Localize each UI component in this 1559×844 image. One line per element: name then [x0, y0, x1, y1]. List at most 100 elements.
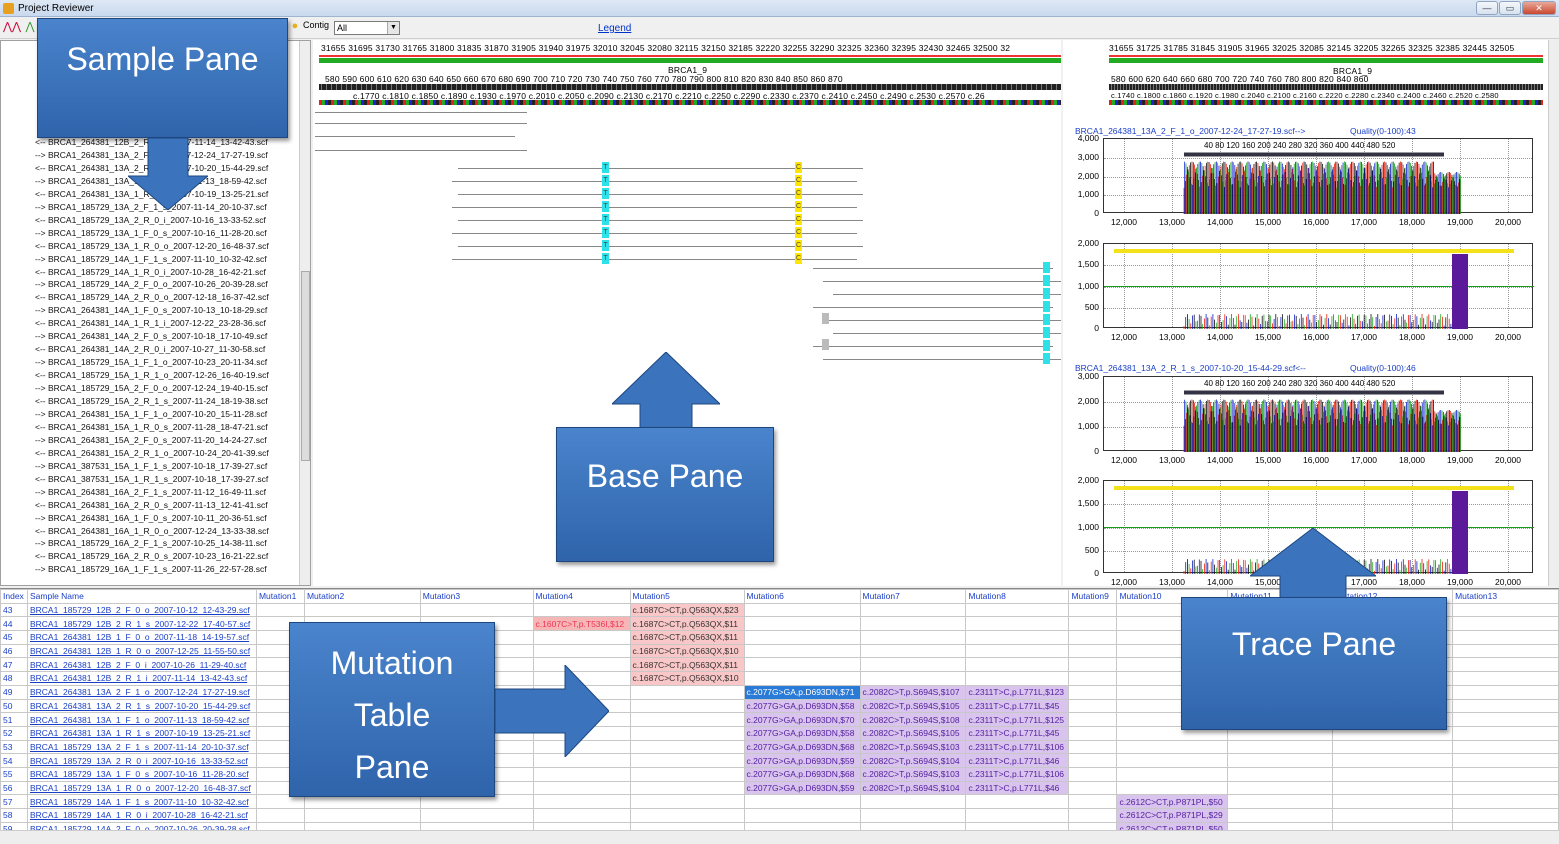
sample-list-item[interactable]: <-- BRCA1_185729_15A_2_R_1_s_2007-11-24_…	[35, 395, 268, 408]
sample-list-item[interactable]: <-- BRCA1_264381_15A_1_R_0_s_2007-11-28_…	[35, 421, 268, 434]
table-row[interactable]: 58 BRCA1_185729_14A_1_R_0_i_2007-10-28_16…	[0, 808, 1559, 823]
table-cell[interactable]	[965, 794, 1070, 809]
table-cell[interactable]	[532, 794, 631, 809]
table-cell[interactable]	[859, 616, 967, 632]
table-cell[interactable]: c.2082C>T,p.S694S,$105	[859, 698, 967, 714]
table-cell[interactable]	[1068, 753, 1118, 768]
variant-mark[interactable]: T	[602, 162, 609, 173]
table-cell[interactable]	[1227, 766, 1334, 782]
table-cell[interactable]: BRCA1_185729_12B_2_F_0_o_2007-10-12_12-4…	[26, 602, 257, 618]
table-cell[interactable]	[1068, 698, 1118, 714]
table-cell[interactable]	[629, 739, 745, 755]
column-header[interactable]: Mutation8	[965, 589, 1070, 604]
table-cell[interactable]	[419, 808, 534, 823]
table-cell[interactable]: 45	[0, 630, 28, 645]
table-cell[interactable]	[743, 643, 861, 659]
variant-mark[interactable]: T	[602, 214, 609, 225]
table-cell[interactable]	[1452, 725, 1559, 741]
table-cell[interactable]: c.2311T>C,p.L771L,$45	[965, 725, 1070, 741]
table-cell[interactable]: 44	[0, 616, 28, 632]
table-cell[interactable]: BRCA1_264381_13A_1_F_1_o_2007-11-13_18-5…	[26, 712, 257, 727]
table-cell[interactable]: c.2082C>T,p.S694S,$104	[859, 753, 967, 768]
contig-icon[interactable]: ●	[287, 20, 303, 36]
table-cell[interactable]	[1068, 602, 1118, 618]
table-cell[interactable]	[1452, 657, 1559, 673]
table-cell[interactable]	[255, 821, 305, 830]
table-cell[interactable]: c.2612C>CT,p.P871PL,$50	[1116, 794, 1229, 809]
variant-mark[interactable]	[1043, 314, 1050, 325]
table-cell[interactable]: c.2077G>GA,p.D693DN,$58	[743, 725, 861, 741]
table-cell[interactable]: 56	[0, 780, 28, 796]
sample-list-item[interactable]: <-- BRCA1_185729_13A_1_R_0_o_2007-12-20_…	[35, 240, 269, 253]
table-cell[interactable]: 57	[0, 794, 28, 809]
sample-list-item[interactable]: --> BRCA1_185729_14A_1_F_1_s_2007-11-10_…	[35, 253, 267, 266]
table-cell[interactable]	[1068, 657, 1118, 673]
table-cell[interactable]	[1452, 712, 1559, 727]
legend-link[interactable]: Legend	[598, 23, 631, 34]
sample-list-item[interactable]: --> BRCA1_264381_15A_1_F_1_o_2007-10-20_…	[35, 408, 267, 421]
table-cell[interactable]	[859, 808, 967, 823]
column-header[interactable]: Mutation2	[303, 589, 421, 604]
table-cell[interactable]: BRCA1_185729_13A_2_R_0_i_2007-10-16_13-3…	[26, 753, 257, 768]
sample-list-item[interactable]: --> BRCA1_185729_15A_2_F_0_o_2007-12-24_…	[35, 382, 268, 395]
table-cell[interactable]	[1227, 780, 1334, 796]
table-cell[interactable]: c.1687C>CT,p.Q563QX,$11	[629, 616, 745, 632]
sample-list-item[interactable]: --> BRCA1_264381_16A_1_F_0_s_2007-10-11_…	[35, 512, 267, 525]
table-cell[interactable]	[1068, 643, 1118, 659]
table-cell[interactable]: BRCA1_185729_14A_1_F_1_s_2007-11-10_10-3…	[26, 794, 257, 809]
close-button[interactable]: ✕	[1522, 1, 1556, 15]
sample-scrollbar[interactable]	[299, 41, 310, 585]
table-cell[interactable]	[1068, 808, 1118, 823]
table-row[interactable]: 56 BRCA1_185729_13A_1_R_0_o_2007-12-20_16…	[0, 780, 1559, 796]
sample-list-item[interactable]: <-- BRCA1_264381_15A_2_R_1_o_2007-10-24_…	[35, 447, 269, 460]
column-header[interactable]: Mutation5	[629, 589, 745, 604]
variant-mark[interactable]: T	[602, 201, 609, 212]
table-cell[interactable]	[965, 671, 1070, 686]
table-cell[interactable]	[965, 630, 1070, 645]
table-cell[interactable]: c.2082C>T,p.S694S,$103	[859, 766, 967, 782]
variant-mark[interactable]: C	[795, 162, 802, 173]
column-header[interactable]: Sample Name	[26, 589, 257, 604]
table-cell[interactable]	[1332, 821, 1454, 830]
sample-list-item[interactable]: <-- BRCA1_264381_14A_1_R_1_i_2007-12-22_…	[35, 317, 266, 330]
table-cell[interactable]: c.1687C>CT,p.Q563QX,$10	[629, 671, 745, 686]
table-cell[interactable]: c.1687C>CT,p.Q563QX,$11	[629, 657, 745, 673]
table-cell[interactable]	[1452, 794, 1559, 809]
scroll-thumb[interactable]	[301, 271, 310, 461]
table-cell[interactable]	[859, 630, 967, 645]
variant-mark[interactable]: C	[795, 201, 802, 212]
table-cell[interactable]: c.2077G>GA,p.D693DN,$59	[743, 753, 861, 768]
table-cell[interactable]: c.2311T>C,p.L771L,$46	[965, 753, 1070, 768]
table-cell[interactable]: BRCA1_185729_12B_2_R_1_s_2007-12-22_17-4…	[26, 616, 257, 632]
table-cell[interactable]: BRCA1_264381_13A_2_R_1_s_2007-10-20_15-4…	[26, 698, 257, 714]
table-cell[interactable]: c.2082C>T,p.S694S,$103	[859, 739, 967, 755]
variant-mark[interactable]: C	[795, 240, 802, 251]
table-cell[interactable]: 46	[0, 643, 28, 659]
table-cell[interactable]	[1227, 739, 1334, 755]
table-cell[interactable]	[1068, 821, 1118, 830]
table-cell[interactable]: 59	[0, 821, 28, 830]
table-cell[interactable]	[965, 602, 1070, 618]
table-cell[interactable]	[859, 671, 967, 686]
table-row[interactable]: 59 BRCA1_185729_14A_2_F_0_o_2007-10-26_20…	[0, 821, 1559, 830]
table-cell[interactable]	[1068, 766, 1118, 782]
table-cell[interactable]	[1332, 753, 1454, 768]
table-cell[interactable]	[743, 657, 861, 673]
table-cell[interactable]: 50	[0, 698, 28, 714]
table-cell[interactable]	[1452, 671, 1559, 686]
table-cell[interactable]	[1068, 630, 1118, 645]
table-cell[interactable]	[743, 821, 861, 830]
table-cell[interactable]	[1452, 739, 1559, 755]
variant-mark[interactable]: T	[602, 253, 609, 264]
variant-mark[interactable]	[1043, 353, 1050, 364]
sample-list-item[interactable]: --> BRCA1_185729_14A_2_F_0_o_2007-10-26_…	[35, 278, 268, 291]
sample-list-item[interactable]: <-- BRCA1_185729_14A_1_R_0_i_2007-10-28_…	[35, 266, 266, 279]
table-cell[interactable]	[303, 808, 421, 823]
variant-mark[interactable]: C	[795, 214, 802, 225]
table-cell[interactable]	[532, 808, 631, 823]
table-cell[interactable]: 48	[0, 671, 28, 686]
table-cell[interactable]	[1452, 684, 1559, 700]
table-cell[interactable]	[1452, 616, 1559, 632]
table-cell[interactable]	[255, 808, 305, 823]
table-cell[interactable]	[965, 657, 1070, 673]
